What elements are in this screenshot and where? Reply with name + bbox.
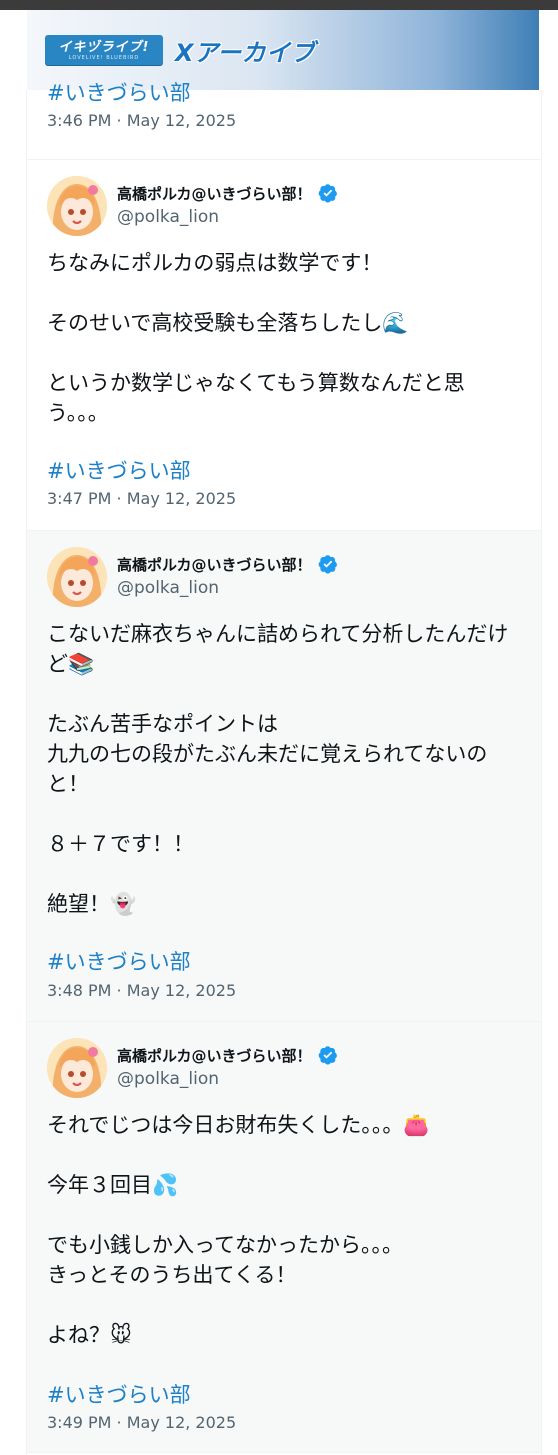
author-name[interactable]: 高橋ポルカ@いきづらい部！ bbox=[117, 554, 312, 575]
author-name[interactable]: 高橋ポルカ@いきづらい部！ bbox=[117, 183, 312, 204]
tweet-item[interactable]: 高橋ポルカ@いきづらい部！ @polka_lion それでじつは今日お財布失くし… bbox=[27, 1022, 541, 1453]
verified-badge-icon bbox=[318, 1045, 338, 1065]
tweet-item[interactable]: 高橋ポルカ@いきづらい部！ @polka_lion ちなみにポルカの弱点は数学で… bbox=[27, 160, 541, 531]
author-row: 高橋ポルカ@いきづらい部！ bbox=[117, 553, 338, 575]
site-logo[interactable]: イキヅライブ! LOVELIVE! BLUEBIRD bbox=[45, 35, 163, 65]
tweet-text: それでじつは今日お財布失くした。。。👛 今年３回目💦 でも小銭しか入ってなかった… bbox=[47, 1113, 430, 1347]
author-handle[interactable]: @polka_lion bbox=[117, 578, 219, 598]
tweet-timestamp[interactable]: 3:46 PM · May 12, 2025 bbox=[47, 111, 236, 131]
header-title: Xアーカイブ bbox=[175, 38, 316, 67]
author-handle[interactable]: @polka_lion bbox=[117, 1069, 219, 1089]
avatar[interactable] bbox=[47, 547, 107, 607]
tweet-timestamp[interactable]: 3:47 PM · May 12, 2025 bbox=[47, 489, 236, 509]
avatar-image bbox=[47, 176, 107, 236]
author-row: 高橋ポルカ@いきづらい部！ bbox=[117, 182, 338, 204]
tweet-hashtag[interactable]: #いきづらい部 bbox=[47, 949, 191, 975]
author-name[interactable]: 高橋ポルカ@いきづらい部！ bbox=[117, 1045, 312, 1066]
tweet-text: こないだ麻衣ちゃんに詰められて分析したんだけど📚 たぶん苦手なポイントは 九九の… bbox=[47, 622, 509, 916]
avatar-image bbox=[47, 1038, 107, 1098]
verified-badge-icon bbox=[318, 183, 338, 203]
tweet-timestamp[interactable]: 3:49 PM · May 12, 2025 bbox=[47, 1413, 236, 1433]
avatar[interactable] bbox=[47, 176, 107, 236]
archive-header: イキヅライブ! LOVELIVE! BLUEBIRD Xアーカイブ bbox=[27, 10, 539, 90]
tweet-hashtag[interactable]: #いきづらい部 bbox=[47, 458, 191, 484]
tweet-item[interactable]: #いきづらい部 3:46 PM · May 12, 2025 bbox=[27, 80, 541, 160]
tweet-text: ちなみにポルカの弱点は数学です！ そのせいで高校受験も全落ちしたし🌊 というか数… bbox=[47, 251, 465, 425]
tweet-item[interactable]: 高橋ポルカ@いきづらい部！ @polka_lion こないだ麻衣ちゃんに詰められ… bbox=[27, 531, 541, 1022]
tweet-hashtag[interactable]: #いきづらい部 bbox=[47, 80, 191, 106]
avatar-image bbox=[47, 547, 107, 607]
author-row: 高橋ポルカ@いきづらい部！ bbox=[117, 1044, 338, 1066]
tweet-feed: #いきづらい部 3:46 PM · May 12, 2025 高橋ポルカ@いきづ… bbox=[26, 81, 542, 1455]
logo-subtext: LOVELIVE! BLUEBIRD bbox=[68, 54, 140, 61]
browser-top-bar bbox=[0, 0, 558, 10]
verified-badge-icon bbox=[318, 554, 338, 574]
logo-text: イキヅライブ! bbox=[58, 39, 150, 55]
avatar[interactable] bbox=[47, 1038, 107, 1098]
author-handle[interactable]: @polka_lion bbox=[117, 207, 219, 227]
tweet-hashtag[interactable]: #いきづらい部 bbox=[47, 1382, 191, 1408]
tweet-timestamp[interactable]: 3:48 PM · May 12, 2025 bbox=[47, 981, 236, 1001]
